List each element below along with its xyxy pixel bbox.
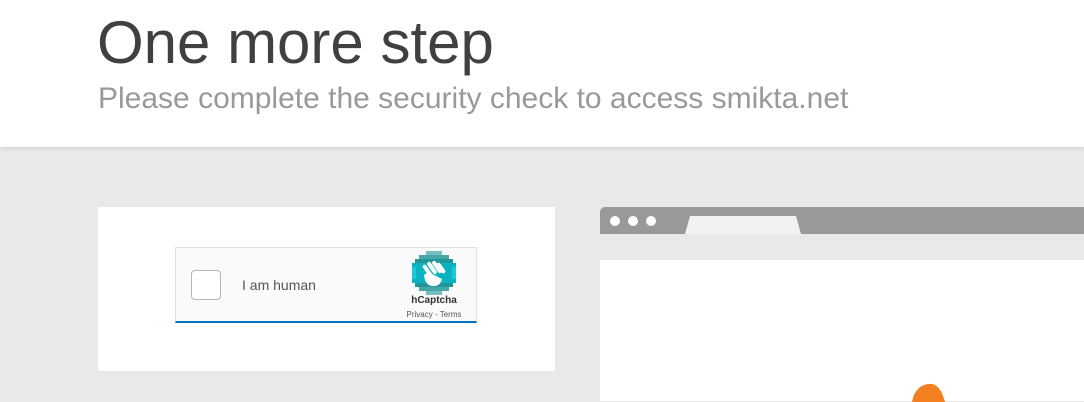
browser-illustration xyxy=(600,207,1084,402)
browser-titlebar xyxy=(600,207,1084,234)
hcaptcha-widget[interactable]: I am human hCaptcha Privacy - Terms xyxy=(175,247,477,323)
browser-tab xyxy=(685,216,801,234)
captcha-panel: I am human hCaptcha Privacy - Terms xyxy=(98,207,555,371)
human-checkbox-label: I am human xyxy=(242,277,316,293)
hcaptcha-hand-icon xyxy=(412,251,456,295)
page-title: One more step xyxy=(97,9,494,76)
terms-link[interactable]: Terms xyxy=(440,310,462,319)
page-header: One more step Please complete the securi… xyxy=(0,0,1084,147)
page-subtitle: Please complete the security check to ac… xyxy=(98,82,849,115)
window-dot-icon xyxy=(610,216,620,226)
hcaptcha-links: Privacy - Terms xyxy=(392,310,476,320)
hcaptcha-brand: hCaptcha xyxy=(411,295,457,306)
human-checkbox[interactable] xyxy=(191,270,221,300)
links-separator: - xyxy=(432,310,440,319)
window-dot-icon xyxy=(646,216,656,226)
browser-content xyxy=(600,260,1084,402)
window-dot-icon xyxy=(628,216,638,226)
cloudflare-cloud-icon xyxy=(912,383,945,402)
privacy-link[interactable]: Privacy xyxy=(407,310,433,319)
